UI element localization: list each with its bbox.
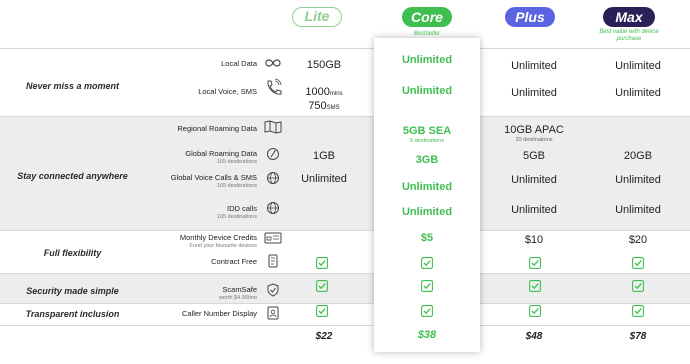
lite-local-data: 150GB [306,59,342,71]
plus-idd: Unlimited [511,204,557,216]
divider [0,303,690,304]
section-label-transparent: Transparent inclusion [25,309,120,319]
globe-data-icon [264,147,282,161]
feature-scamsafe: ScamSafe worth $4.99/mo [219,285,257,301]
max-global-roaming: 20GB [623,150,653,162]
core-regional: 5GB SEA 5 destinations [402,125,452,144]
max-credits: $20 [628,234,648,246]
plus-local-voice: Unlimited [511,87,557,99]
section-label-flexibility: Full flexibility [43,248,102,258]
divider [0,48,690,49]
check-icon [529,304,541,317]
plus-local-data: Unlimited [511,60,557,72]
plan-plus-button[interactable]: Plus [505,7,555,27]
divider [0,325,690,326]
core-local-data: Unlimited [401,54,453,66]
check-icon [529,279,541,292]
check-icon [316,256,328,269]
feature-regional-roaming: Regional Roaming Data [177,124,257,133]
check-icon [421,279,433,292]
section-label-security: Security made simple [26,286,119,296]
plus-price: $48 [525,331,543,342]
core-local-voice: Unlimited [401,85,453,97]
max-price: $78 [629,331,647,342]
core-idd: Unlimited [401,206,453,218]
core-global-roaming: 3GB [415,154,439,166]
feature-local-data: Local Data [221,59,257,68]
plus-credits: $10 [524,234,544,246]
check-icon [632,304,644,317]
core-bestseller-note: Bestseller [413,31,441,37]
plan-max-button[interactable]: Max [603,7,655,27]
contact-icon [264,306,282,320]
section-label-connected: Stay connected anywhere [17,171,128,181]
lite-global-voice: Unlimited [301,173,347,185]
plus-regional: 10GB APAC 20 destinations [504,124,564,143]
globe-icon [264,171,282,185]
card-icon [264,231,282,245]
infinity-icon [264,57,282,71]
core-global-voice: Unlimited [401,181,453,193]
map-icon [264,120,282,134]
feature-local-voice: Local Voice, SMS [198,87,257,96]
divider [0,273,690,274]
feature-global-roaming: Global Roaming Data 165 destinations [185,149,257,165]
plan-core-button[interactable]: Core [402,7,452,27]
plan-lite-button[interactable]: Lite [292,7,342,27]
plus-global-voice: Unlimited [511,174,557,186]
max-idd: Unlimited [615,204,661,216]
max-local-data: Unlimited [615,60,661,72]
check-icon [421,256,433,269]
core-price: $38 [417,329,437,341]
lite-global-roaming: 1GB [312,150,335,162]
feature-credits: Monthly Device Credits Fund your favourit… [179,233,257,249]
header-band [0,0,690,48]
check-icon [421,304,433,317]
check-icon [632,279,644,292]
max-value-note: Best value with device purchase [599,29,659,42]
check-icon [316,304,328,317]
divider [0,230,690,231]
check-icon [529,256,541,269]
document-icon [264,254,282,268]
check-icon [632,256,644,269]
max-global-voice: Unlimited [615,174,661,186]
max-local-voice: Unlimited [615,87,661,99]
phone-icon [264,78,282,98]
feature-contract-free: Contract Free [211,257,257,266]
feature-global-voice: Global Voice Calls & SMS 165 destinations [170,173,257,189]
plus-global-roaming: 5GB [522,150,545,162]
divider [0,116,690,117]
lite-local-voice: 1000mins 750SMS [305,86,343,112]
core-credits: $5 [420,232,434,244]
shield-check-icon [264,283,282,297]
feature-caller-display: Caller Number Display [181,309,257,318]
lite-price: $22 [315,331,333,342]
globe-icon [264,201,282,215]
check-icon [316,279,328,292]
feature-idd: IDD calls 165 destinations [216,204,257,220]
section-label-moment: Never miss a moment [25,81,120,91]
